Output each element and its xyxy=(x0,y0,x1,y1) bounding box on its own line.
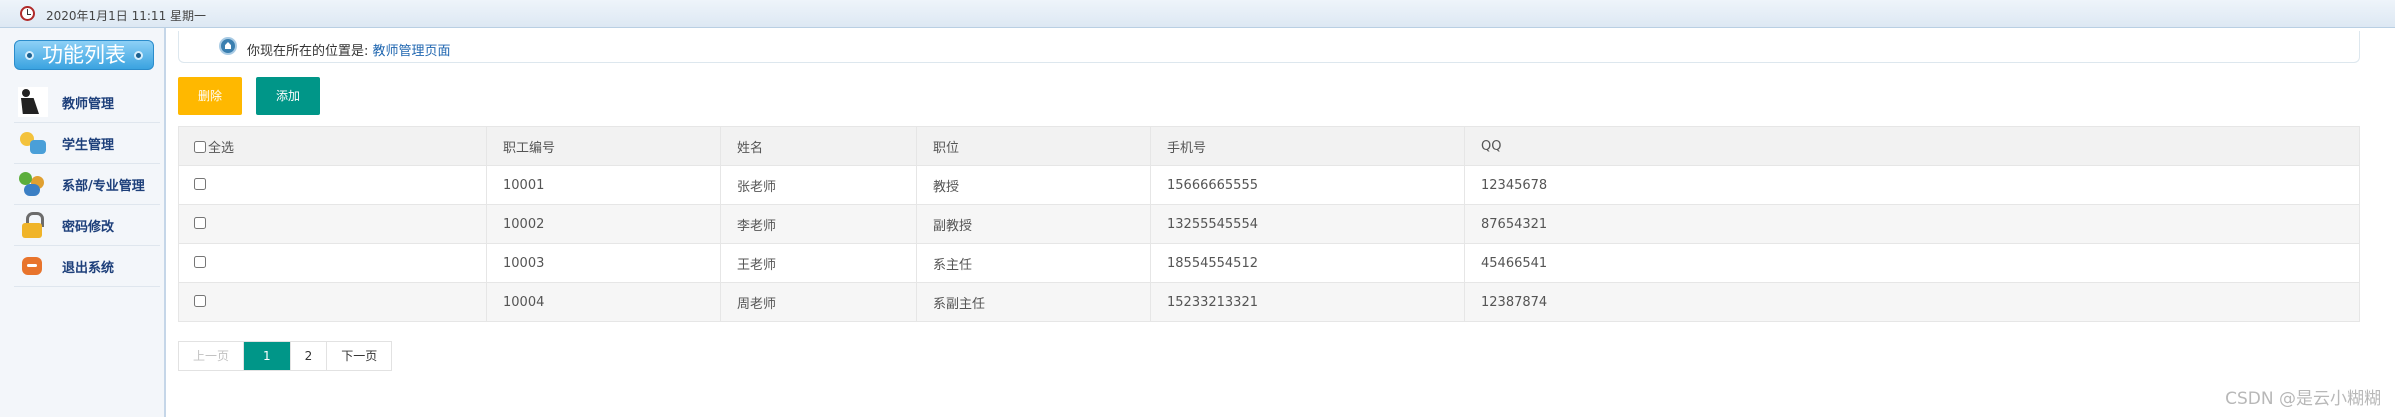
exit-icon xyxy=(18,251,48,281)
select-all-header: 全选 xyxy=(178,126,487,166)
cell-name: 李老师 xyxy=(720,204,917,244)
cell-name: 王老师 xyxy=(720,243,917,283)
student-icon xyxy=(18,128,48,158)
sidebar-item-label: 密码修改 xyxy=(62,219,115,235)
teacher-icon xyxy=(18,87,48,117)
cell-qq: 12387874 xyxy=(1464,282,2360,322)
breadcrumb-text: 你现在所在的位置是: 教师管理页面 xyxy=(247,40,451,59)
cell-name: 张老师 xyxy=(720,165,917,205)
breadcrumb: 你现在所在的位置是: 教师管理页面 xyxy=(178,31,2360,63)
sidebar-item-logout[interactable]: 退出系统 xyxy=(14,246,160,287)
sidebar-item-department-management[interactable]: 系部/专业管理 xyxy=(14,164,160,205)
row-select-cell xyxy=(178,282,487,322)
teacher-table: 全选 职工编号 姓名 职位 手机号 QQ 10001 张老师 教授 156666… xyxy=(178,126,2360,322)
row-checkbox[interactable] xyxy=(194,177,206,190)
next-page-button[interactable]: 下一页 xyxy=(327,342,391,370)
prev-page-button[interactable]: 上一页 xyxy=(179,342,245,370)
cell-phone: 15666665555 xyxy=(1150,165,1465,205)
sidebar-menu: 教师管理 学生管理 系部/专业管理 密码修改 退出系统 xyxy=(14,82,160,287)
row-select-cell xyxy=(178,243,487,283)
watermark: CSDN @是云小糊糊 xyxy=(2225,389,2381,409)
column-header-qq: QQ xyxy=(1464,126,2360,166)
home-icon xyxy=(219,37,237,55)
cell-qq: 12345678 xyxy=(1464,165,2360,205)
add-button[interactable]: 添加 xyxy=(256,77,320,115)
table-row: 10002 李老师 副教授 13255545554 87654321 xyxy=(178,204,2360,244)
top-bar: 2020年1月1日 11:11 星期一 xyxy=(0,0,2395,28)
cell-qq: 87654321 xyxy=(1464,204,2360,244)
column-header-position: 职位 xyxy=(916,126,1151,166)
cell-position: 副教授 xyxy=(916,204,1151,244)
column-header-name: 姓名 xyxy=(720,126,917,166)
sidebar-item-student-management[interactable]: 学生管理 xyxy=(14,123,160,164)
row-select-cell xyxy=(178,165,487,205)
sidebar-item-label: 学生管理 xyxy=(62,137,115,153)
row-checkbox[interactable] xyxy=(194,294,206,307)
sidebar-item-change-password[interactable]: 密码修改 xyxy=(14,205,160,246)
column-header-staff-id: 职工编号 xyxy=(486,126,721,166)
cell-phone: 13255545554 xyxy=(1150,204,1465,244)
bullet-icon xyxy=(25,51,34,60)
cell-phone: 18554554512 xyxy=(1150,243,1465,283)
sidebar: 功能列表 教师管理 学生管理 系部/专业管理 密码修改 退出系统 xyxy=(0,28,166,417)
cell-staff-id: 10001 xyxy=(486,165,721,205)
cell-staff-id: 10003 xyxy=(486,243,721,283)
column-header-phone: 手机号 xyxy=(1150,126,1465,166)
cell-name: 周老师 xyxy=(720,282,917,322)
row-checkbox[interactable] xyxy=(194,216,206,229)
sidebar-title: 功能列表 xyxy=(14,40,154,70)
sidebar-item-teacher-management[interactable]: 教师管理 xyxy=(14,82,160,123)
table-row: 10003 王老师 系主任 18554554512 45466541 xyxy=(178,243,2360,283)
delete-button[interactable]: 删除 xyxy=(178,77,242,115)
row-checkbox[interactable] xyxy=(194,255,206,268)
page-button-1[interactable]: 1 xyxy=(244,342,291,370)
main-content: 你现在所在的位置是: 教师管理页面 删除 添加 全选 职工编号 姓名 职位 手机… xyxy=(168,28,2395,417)
breadcrumb-prefix: 你现在所在的位置是: xyxy=(247,44,373,59)
select-all-checkbox[interactable] xyxy=(194,140,206,153)
cell-phone: 15233213321 xyxy=(1150,282,1465,322)
cell-staff-id: 10004 xyxy=(486,282,721,322)
sidebar-item-label: 教师管理 xyxy=(62,96,115,112)
row-select-cell xyxy=(178,204,487,244)
bullet-icon xyxy=(134,51,143,60)
sidebar-item-label: 退出系统 xyxy=(62,260,115,276)
sidebar-title-text: 功能列表 xyxy=(42,43,126,67)
page-button-2[interactable]: 2 xyxy=(291,342,328,370)
table-header-row: 全选 职工编号 姓名 职位 手机号 QQ xyxy=(178,126,2360,166)
cell-position: 教授 xyxy=(916,165,1151,205)
cell-position: 系主任 xyxy=(916,243,1151,283)
datetime-text: 2020年1月1日 11:11 星期一 xyxy=(46,9,207,23)
cell-staff-id: 10002 xyxy=(486,204,721,244)
sidebar-item-label: 系部/专业管理 xyxy=(62,178,145,194)
cell-position: 系副主任 xyxy=(916,282,1151,322)
department-icon xyxy=(18,169,48,199)
pagination: 上一页 1 2 下一页 xyxy=(178,341,393,371)
table-row: 10004 周老师 系副主任 15233213321 12387874 xyxy=(178,282,2360,322)
breadcrumb-current[interactable]: 教师管理页面 xyxy=(373,44,451,59)
clock-icon xyxy=(20,6,35,21)
cell-qq: 45466541 xyxy=(1464,243,2360,283)
table-row: 10001 张老师 教授 15666665555 12345678 xyxy=(178,165,2360,205)
select-all-label: 全选 xyxy=(208,140,235,156)
lock-icon xyxy=(18,210,48,240)
